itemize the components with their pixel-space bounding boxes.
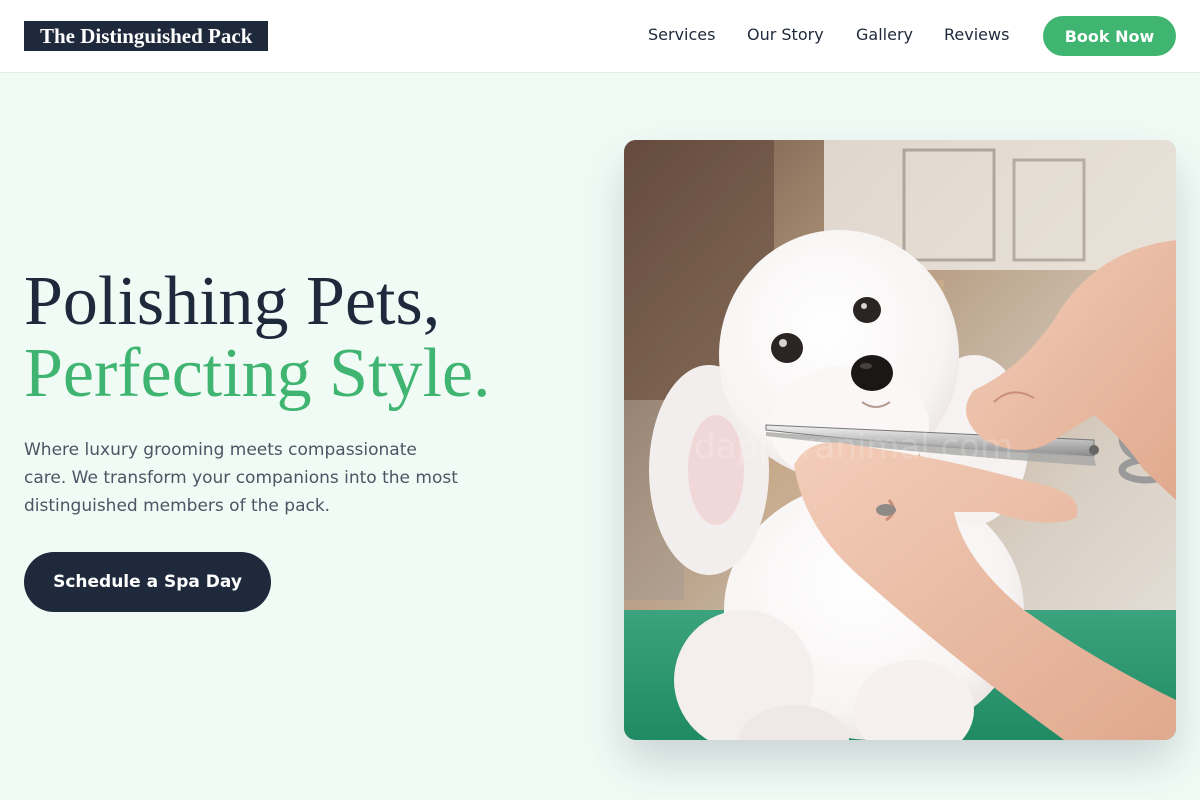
hero-photo: dapperanimal.com — [624, 140, 1176, 740]
hero-title-line-2: Perfecting Style. — [24, 335, 491, 412]
svg-text:dapperanimal.com: dapperanimal.com — [694, 427, 1013, 467]
nav-link-our-story[interactable]: Our Story — [747, 24, 824, 46]
navbar: The Distinguished Pack Services Our Stor… — [0, 0, 1200, 73]
nav-link-reviews[interactable]: Reviews — [944, 24, 1009, 46]
schedule-spa-day-button[interactable]: Schedule a Spa Day — [24, 552, 271, 612]
nav-link-services[interactable]: Services — [648, 24, 715, 46]
book-now-button[interactable]: Book Now — [1043, 16, 1176, 56]
hero-title-line-1: Polishing Pets, — [24, 263, 441, 340]
poodle-grooming-image: dapperanimal.com — [624, 140, 1176, 740]
hero-title: Polishing Pets, Perfecting Style. — [24, 266, 604, 410]
nav-link-gallery[interactable]: Gallery — [856, 24, 913, 46]
site-logo[interactable]: The Distinguished Pack — [24, 21, 269, 51]
hero-description: Where luxury grooming meets compassionat… — [24, 440, 458, 516]
